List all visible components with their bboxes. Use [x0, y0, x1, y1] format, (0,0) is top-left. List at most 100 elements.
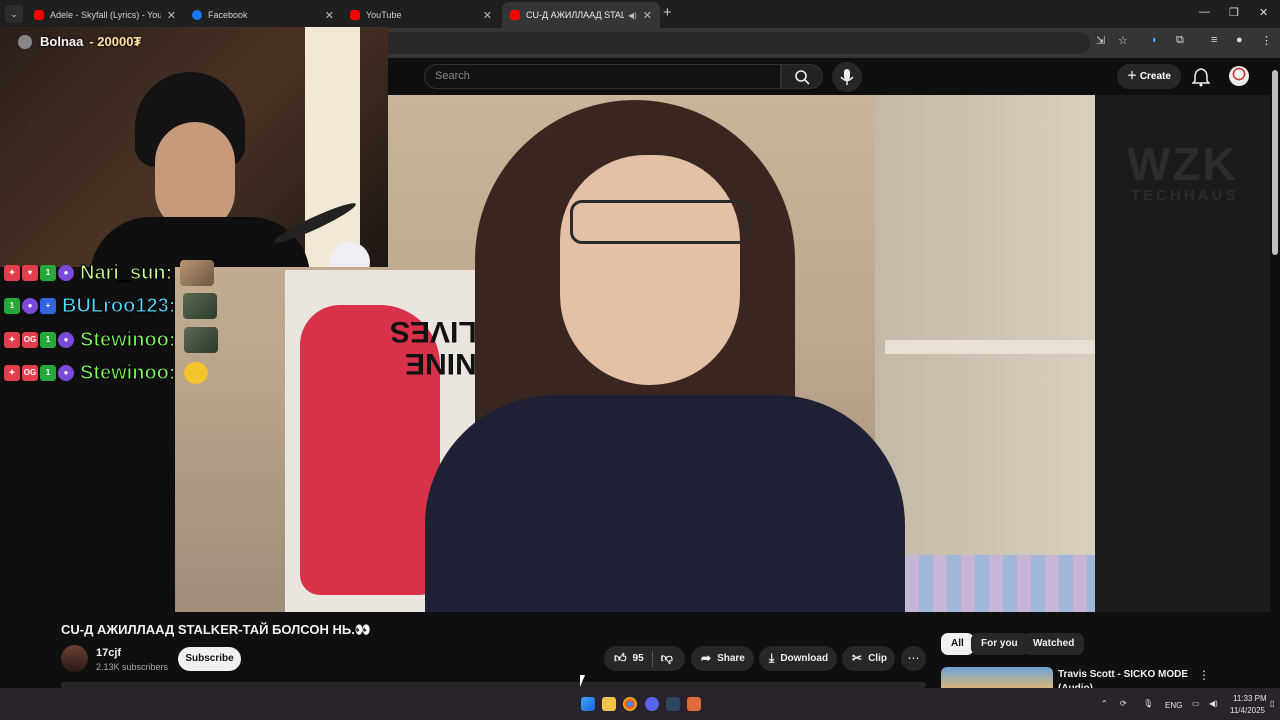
recommendation-title[interactable]: Travis Scott - SICKO MODE (Audio) — [1058, 668, 1193, 688]
close-tab-icon[interactable]: ✕ — [167, 9, 176, 22]
streamer-name: Bolnaa — [40, 34, 84, 49]
chat-username: Stewinoo: — [80, 361, 177, 384]
bell-icon — [1191, 68, 1211, 87]
chrome-icon[interactable] — [623, 697, 637, 711]
channel-avatar[interactable] — [61, 645, 88, 672]
first-badge-icon: 1 — [40, 265, 56, 281]
video-frame-person-shirt — [425, 395, 905, 612]
mouse-cursor-icon — [580, 675, 585, 687]
bookmark-star-icon[interactable]: ☆ — [1118, 34, 1128, 47]
clock-date[interactable]: 11/4/2025 — [1230, 706, 1265, 715]
notifications-button[interactable] — [1191, 67, 1211, 92]
mask-badge-icon: ● — [58, 332, 74, 348]
media-controls-icon[interactable]: ≡ — [1211, 34, 1217, 46]
profile-icon[interactable]: ● — [1236, 34, 1243, 46]
rocket-badge-icon: ✦ — [4, 265, 20, 281]
volume-icon[interactable]: ◀) — [1209, 699, 1218, 708]
tab-search-icon[interactable]: ⌄ — [5, 5, 23, 23]
chat-username: BULroo123: — [61, 294, 176, 317]
first-badge-icon: 1 — [4, 298, 20, 314]
close-tab-icon[interactable]: ✕ — [325, 9, 334, 22]
like-dislike-group: 👍︎ 95 👎︎ — [604, 646, 685, 671]
windows-start-icon[interactable] — [581, 697, 595, 711]
mask-badge-icon: ● — [22, 298, 38, 314]
side-brand-logo: WZK — [1127, 138, 1238, 190]
og-badge-icon: OG — [22, 365, 38, 381]
scissors-icon: ✂ — [852, 651, 863, 665]
chat-message: 1 ● + BULroo123: — [4, 293, 218, 319]
close-tab-icon[interactable]: ✕ — [643, 9, 652, 22]
facebook-icon — [192, 10, 202, 20]
install-app-icon[interactable]: ⇲ — [1096, 34, 1105, 47]
steam-icon[interactable] — [666, 697, 680, 711]
video-title: CU-Д АЖИЛЛААД STALKER-ТАЙ БОЛСОН НЬ.👀 — [61, 622, 372, 637]
webcam-background-light — [305, 27, 360, 267]
restore-icon[interactable]: ❐ — [1229, 6, 1239, 19]
browser-tab-strip: ⌄ Adele - Skyfall (Lyrics) - YouTube ✕ F… — [0, 0, 1280, 28]
new-tab-icon[interactable]: + — [663, 4, 672, 21]
youtube-icon — [34, 10, 44, 20]
search-button[interactable] — [781, 64, 823, 89]
close-tab-icon[interactable]: ✕ — [483, 9, 492, 22]
speaker-icon[interactable]: ◀) — [628, 11, 637, 20]
tab-title: Facebook — [208, 10, 248, 20]
tab-skyfall[interactable]: Adele - Skyfall (Lyrics) - YouTube ✕ — [26, 2, 184, 28]
file-explorer-icon[interactable] — [602, 697, 616, 711]
network-icon[interactable]: ▭ — [1192, 699, 1200, 708]
language-indicator[interactable]: ENG — [1165, 701, 1182, 710]
chip-all[interactable]: All — [941, 633, 974, 655]
tab-facebook[interactable]: Facebook ✕ — [184, 2, 342, 28]
scrollbar-thumb[interactable] — [1272, 70, 1278, 255]
video-frame-blanket — [905, 555, 1095, 612]
mask-badge-icon: ● — [58, 365, 74, 381]
rocket-badge-icon: ✦ — [4, 365, 20, 381]
donation-alert: Bolnaa - 20000₮ — [18, 34, 141, 49]
download-icon: ⤓ — [769, 651, 775, 665]
download-button[interactable]: ⤓ Download — [759, 646, 837, 671]
video-frame-shelf — [885, 340, 1095, 354]
extensions-icon[interactable]: ⧉ — [1176, 34, 1184, 47]
account-avatar[interactable] — [1229, 66, 1249, 86]
chat-username: Nari_sun: — [79, 261, 173, 284]
create-button[interactable]: ＋ Create — [1117, 64, 1181, 89]
share-button[interactable]: ➦ Share — [691, 646, 754, 671]
voice-search-button[interactable] — [832, 62, 862, 92]
microphone-tray-icon[interactable]: 🎙︎ — [1143, 699, 1153, 708]
subscribe-button[interactable]: Subscribe — [178, 647, 241, 671]
like-divider — [651, 650, 653, 667]
frog-emote — [183, 293, 218, 319]
plus-icon: ＋ — [1127, 71, 1140, 82]
discord-icon[interactable] — [645, 697, 659, 711]
chip-watched[interactable]: Watched — [1023, 633, 1085, 655]
sync-icon[interactable]: ⟳ — [1120, 699, 1127, 708]
channel-name[interactable]: 17cjf — [96, 647, 121, 659]
recommendation-thumbnail[interactable] — [941, 667, 1053, 688]
chip-for-you[interactable]: For you — [971, 633, 1028, 655]
first-badge-icon: 1 — [40, 332, 56, 348]
clock-time[interactable]: 11:33 PM — [1233, 694, 1267, 703]
donor-avatar — [18, 34, 32, 49]
like-count[interactable]: 95 — [633, 646, 644, 671]
download-label: Download — [780, 653, 829, 664]
like-icon[interactable]: 👍︎ — [614, 646, 627, 671]
clip-button[interactable]: ✂ Clip — [842, 646, 895, 671]
extension-active-icon[interactable]: ◗ — [1151, 34, 1158, 46]
donation-amount: - 20000₮ — [89, 34, 142, 49]
browser-menu-icon[interactable]: ⋮ — [1261, 34, 1272, 47]
app-icon[interactable] — [687, 697, 701, 711]
cat-emote — [180, 260, 215, 286]
poster-text: NINE LIVES — [390, 315, 477, 380]
tray-overflow-icon[interactable]: ⌃ — [1101, 699, 1108, 708]
search-input[interactable]: Search — [424, 64, 781, 89]
more-options-icon[interactable]: ⋮ — [1198, 668, 1210, 682]
close-window-icon[interactable]: ✕ — [1259, 6, 1268, 19]
subscriber-count: 2.13K subscribers — [96, 662, 169, 672]
tab-current-video[interactable]: CU-Д АЖИЛЛААД STALKER-ТАЙ БОЛСОН НЬ ◀) ✕ — [502, 2, 660, 28]
tab-youtube[interactable]: YouTube ✕ — [342, 2, 500, 28]
tab-title: CU-Д АЖИЛЛААД STALKER-ТАЙ БОЛСОН НЬ — [526, 10, 624, 20]
notifications-tray-icon[interactable]: ▯ — [1270, 699, 1274, 708]
dislike-icon[interactable]: 👎︎ — [661, 646, 673, 671]
more-actions-icon[interactable]: ⋯ — [901, 646, 926, 671]
address-bar[interactable] — [330, 32, 1090, 54]
minimize-icon[interactable]: — — [1199, 6, 1210, 18]
